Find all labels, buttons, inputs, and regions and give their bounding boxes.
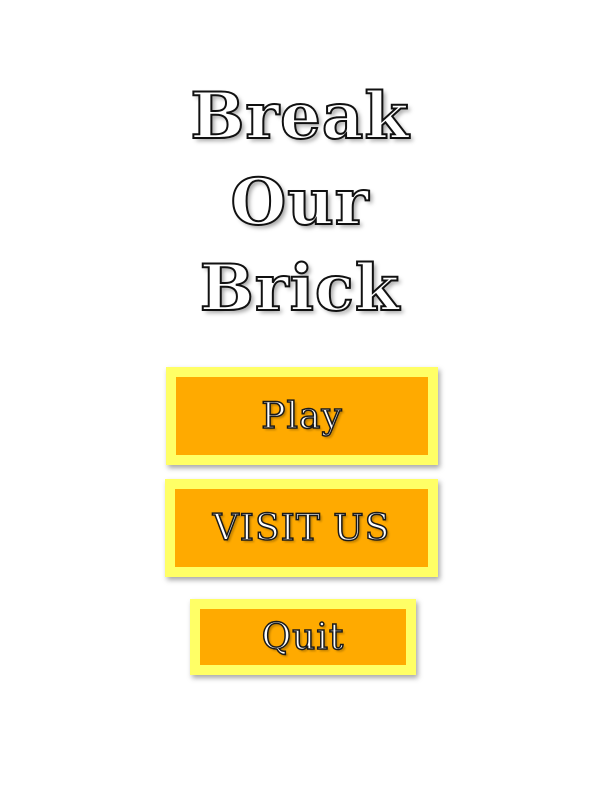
- visit-us-button-label: VISIT US: [212, 507, 391, 550]
- play-button[interactable]: Play: [166, 367, 438, 465]
- main-menu-screen: Break Our Brick Play VISIT US Quit: [0, 0, 600, 800]
- game-title-line-1: Break: [189, 78, 410, 155]
- game-title-line-3: Brick: [199, 250, 401, 327]
- game-title-line-2: Our: [230, 164, 370, 241]
- visit-us-button[interactable]: VISIT US: [165, 479, 438, 577]
- play-button-label: Play: [260, 395, 343, 438]
- quit-button-label: Quit: [261, 616, 345, 659]
- quit-button[interactable]: Quit: [190, 599, 416, 675]
